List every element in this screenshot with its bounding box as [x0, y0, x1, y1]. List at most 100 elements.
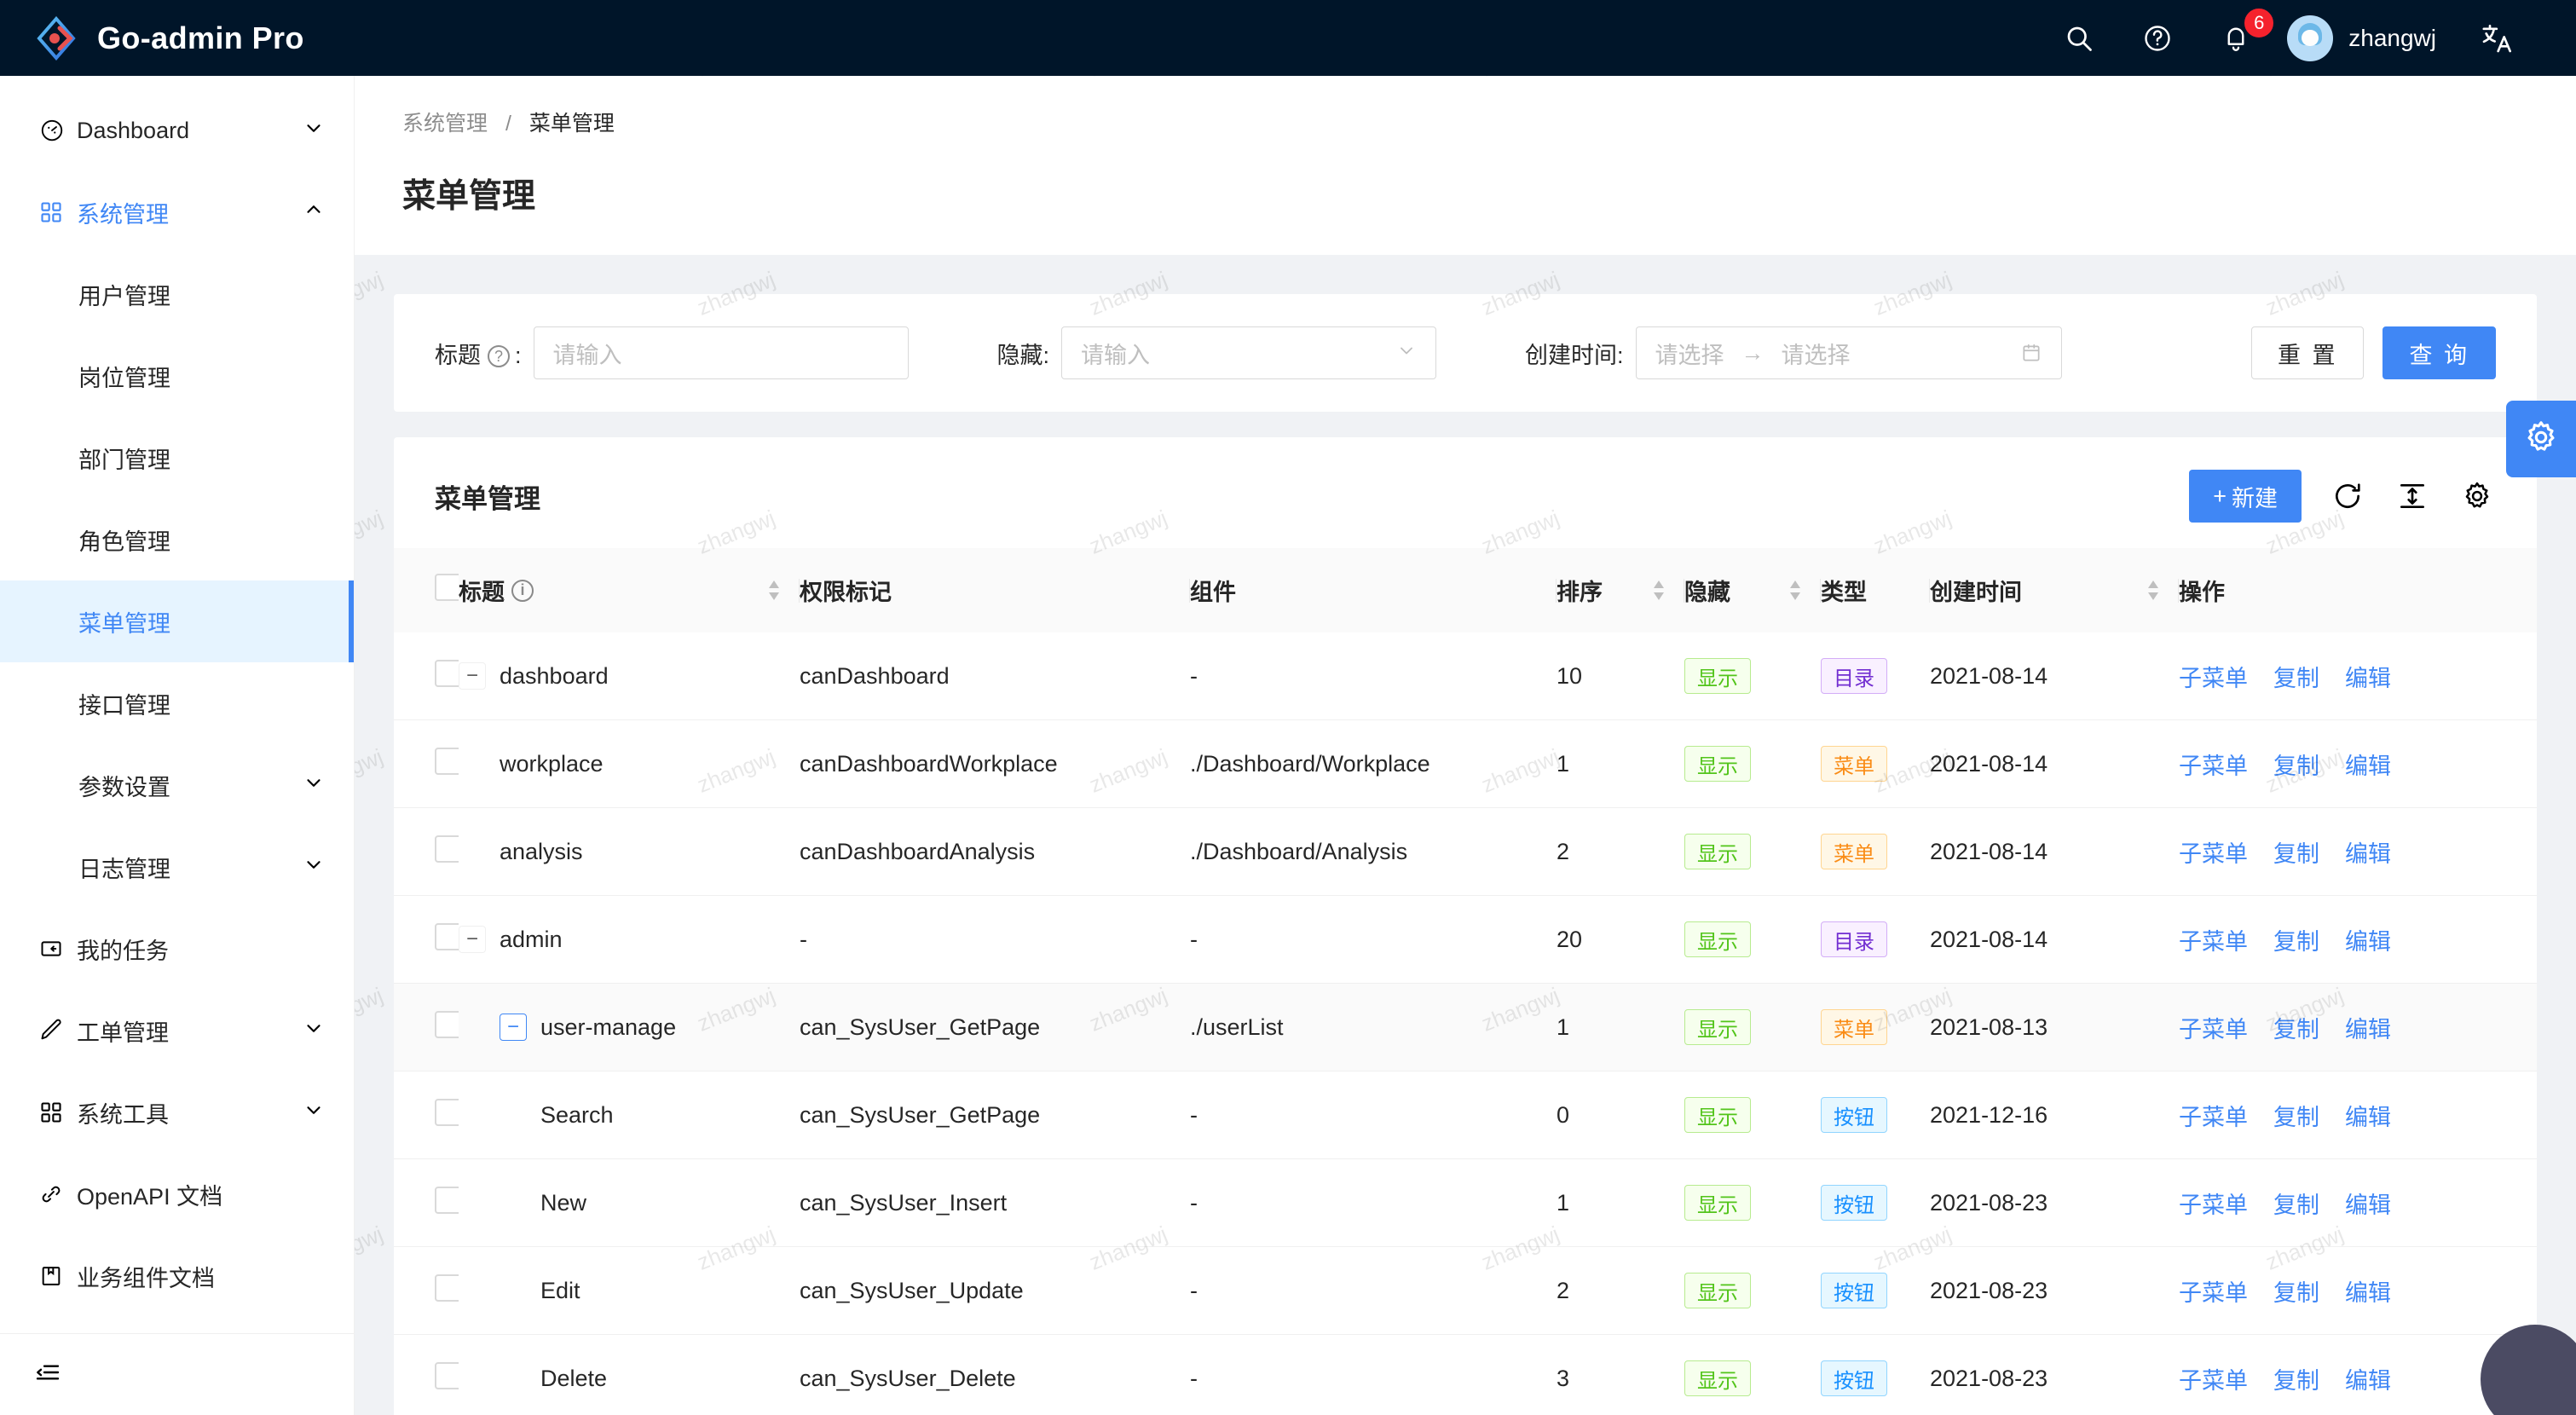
sidebar-item-log-management[interactable]: 日志管理: [0, 826, 354, 908]
brand[interactable]: Go-admin Pro: [0, 15, 355, 61]
sidebar-item-system-management[interactable]: 系统管理: [0, 171, 354, 253]
row-checkbox[interactable]: [435, 1361, 459, 1389]
edit-link[interactable]: 编辑: [2345, 748, 2391, 781]
search-icon[interactable]: [2040, 0, 2118, 76]
table-row[interactable]: − user-manage can_SysUser_GetPage ./userL…: [394, 983, 2537, 1071]
sidebar-item-business-component-docs[interactable]: 业务组件文档: [0, 1235, 354, 1317]
col-header-created[interactable]: 创建时间: [1930, 548, 2179, 632]
cell-sort: 1: [1557, 1158, 1684, 1247]
table-row[interactable]: workplace canDashboardWorkplace ./Dashbo…: [394, 719, 2537, 808]
sidebar-menu: Dashboard 系统管理 用户管理 岗位管理 部门管理 角色管理 菜单管理 …: [0, 76, 354, 1333]
reload-icon[interactable]: [2329, 477, 2366, 515]
row-expander-icon[interactable]: −: [459, 662, 486, 690]
copy-link[interactable]: 复制: [2273, 923, 2319, 956]
submenu-link[interactable]: 子菜单: [2179, 660, 2248, 693]
sidebar-item-ticket-management[interactable]: 工单管理: [0, 990, 354, 1071]
sidebar-item-post-management[interactable]: 岗位管理: [0, 335, 354, 417]
col-header-title[interactable]: 标题 i: [459, 548, 800, 632]
submenu-link[interactable]: 子菜单: [2179, 1362, 2248, 1395]
settings-drawer-toggle[interactable]: [2506, 401, 2576, 477]
filter-hidden-select[interactable]: 请输入: [1061, 326, 1437, 379]
copy-link[interactable]: 复制: [2273, 660, 2319, 693]
row-expander-icon[interactable]: −: [459, 926, 486, 953]
row-checkbox[interactable]: [435, 1010, 459, 1038]
sort-control[interactable]: [1788, 580, 1802, 600]
info-circle-icon[interactable]: i: [511, 579, 534, 602]
sidebar-collapse-button[interactable]: [0, 1333, 354, 1415]
sidebar-item-openapi-docs[interactable]: OpenAPI 文档: [0, 1153, 354, 1235]
copy-link[interactable]: 复制: [2273, 748, 2319, 781]
filter-created-time-range[interactable]: 请选择 → 请选择: [1635, 326, 2062, 379]
edit-link[interactable]: 编辑: [2345, 923, 2391, 956]
bell-icon[interactable]: 6: [2197, 0, 2276, 76]
copy-link[interactable]: 复制: [2273, 835, 2319, 869]
row-title: dashboard: [500, 662, 609, 689]
edit-link[interactable]: 编辑: [2345, 660, 2391, 693]
submenu-link[interactable]: 子菜单: [2179, 835, 2248, 869]
cell-component: -: [1190, 1246, 1557, 1335]
col-header-sort[interactable]: 排序: [1557, 548, 1684, 632]
sidebar-item-label: 部门管理: [78, 447, 170, 473]
search-button[interactable]: 查 询: [2383, 326, 2496, 379]
table-row[interactable]: − dashboard canDashboard - 10 显示 目录 2021-…: [394, 632, 2537, 720]
row-checkbox[interactable]: [435, 1098, 459, 1126]
table-row[interactable]: New can_SysUser_Insert - 1 显示 按钮 2021-08…: [394, 1158, 2537, 1247]
breadcrumb-parent[interactable]: 系统管理: [402, 112, 488, 136]
question-circle-icon[interactable]: ?: [488, 345, 510, 368]
edit-link[interactable]: 编辑: [2345, 1362, 2391, 1395]
cell-component: -: [1190, 1158, 1557, 1247]
filter-title-input[interactable]: 请输入: [533, 326, 909, 379]
sidebar-item-menu-management[interactable]: 菜单管理: [0, 580, 354, 662]
table-row[interactable]: Edit can_SysUser_Update - 2 显示 按钮 2021-0…: [394, 1246, 2537, 1335]
sort-control[interactable]: [2146, 580, 2160, 600]
copy-link[interactable]: 复制: [2273, 1187, 2319, 1220]
col-header-hidden[interactable]: 隐藏: [1684, 548, 1821, 632]
row-checkbox[interactable]: [435, 922, 459, 950]
sidebar-item-department-management[interactable]: 部门管理: [0, 417, 354, 499]
reset-button[interactable]: 重 置: [2250, 326, 2365, 379]
copy-link[interactable]: 复制: [2273, 1099, 2319, 1132]
table-toolbar: 菜单管理 + 新建: [394, 437, 2537, 548]
edit-link[interactable]: 编辑: [2345, 835, 2391, 869]
edit-link[interactable]: 编辑: [2345, 1099, 2391, 1132]
sidebar-item-user-management[interactable]: 用户管理: [0, 253, 354, 335]
sidebar-item-api-management[interactable]: 接口管理: [0, 662, 354, 744]
cell-sort: 1: [1557, 983, 1684, 1071]
gear-icon[interactable]: [2458, 477, 2496, 515]
table-row[interactable]: Search can_SysUser_GetPage - 0 显示 按钮 202…: [394, 1071, 2537, 1159]
row-checkbox[interactable]: [435, 1274, 459, 1302]
sort-control[interactable]: [1652, 580, 1666, 600]
submenu-link[interactable]: 子菜单: [2179, 1099, 2248, 1132]
sidebar-item-dashboard[interactable]: Dashboard: [0, 90, 354, 171]
copy-link[interactable]: 复制: [2273, 1362, 2319, 1395]
row-checkbox[interactable]: [435, 659, 459, 687]
edit-link[interactable]: 编辑: [2345, 1011, 2391, 1044]
submenu-link[interactable]: 子菜单: [2179, 1274, 2248, 1308]
edit-link[interactable]: 编辑: [2345, 1274, 2391, 1308]
sidebar-item-my-tasks[interactable]: 我的任务: [0, 908, 354, 990]
row-expander-icon[interactable]: −: [500, 1014, 527, 1041]
row-checkbox[interactable]: [435, 747, 459, 775]
table-row[interactable]: analysis canDashboardAnalysis ./Dashboar…: [394, 807, 2537, 896]
submenu-link[interactable]: 子菜单: [2179, 1011, 2248, 1044]
translate-icon[interactable]: [2457, 0, 2535, 76]
table-row[interactable]: − admin - - 20 显示 目录 2021-08-14 子菜单 复制 编辑: [394, 895, 2537, 984]
user-menu[interactable]: zhangwj: [2275, 0, 2457, 76]
new-button[interactable]: + 新建: [2189, 470, 2302, 523]
copy-link[interactable]: 复制: [2273, 1011, 2319, 1044]
sidebar-item-label: 岗位管理: [78, 365, 170, 391]
sidebar-item-role-management[interactable]: 角色管理: [0, 499, 354, 580]
copy-link[interactable]: 复制: [2273, 1274, 2319, 1308]
sort-control[interactable]: [767, 580, 781, 600]
question-circle-icon[interactable]: [2118, 0, 2197, 76]
sidebar-item-param-settings[interactable]: 参数设置: [0, 744, 354, 826]
sidebar-item-system-tools[interactable]: 系统工具: [0, 1071, 354, 1153]
submenu-link[interactable]: 子菜单: [2179, 923, 2248, 956]
row-checkbox[interactable]: [435, 1186, 459, 1214]
submenu-link[interactable]: 子菜单: [2179, 1187, 2248, 1220]
submenu-link[interactable]: 子菜单: [2179, 748, 2248, 781]
table-row[interactable]: Delete can_SysUser_Delete - 3 显示 按钮 2021…: [394, 1334, 2537, 1415]
row-checkbox[interactable]: [435, 835, 459, 863]
column-height-icon[interactable]: [2394, 477, 2431, 515]
edit-link[interactable]: 编辑: [2345, 1187, 2391, 1220]
